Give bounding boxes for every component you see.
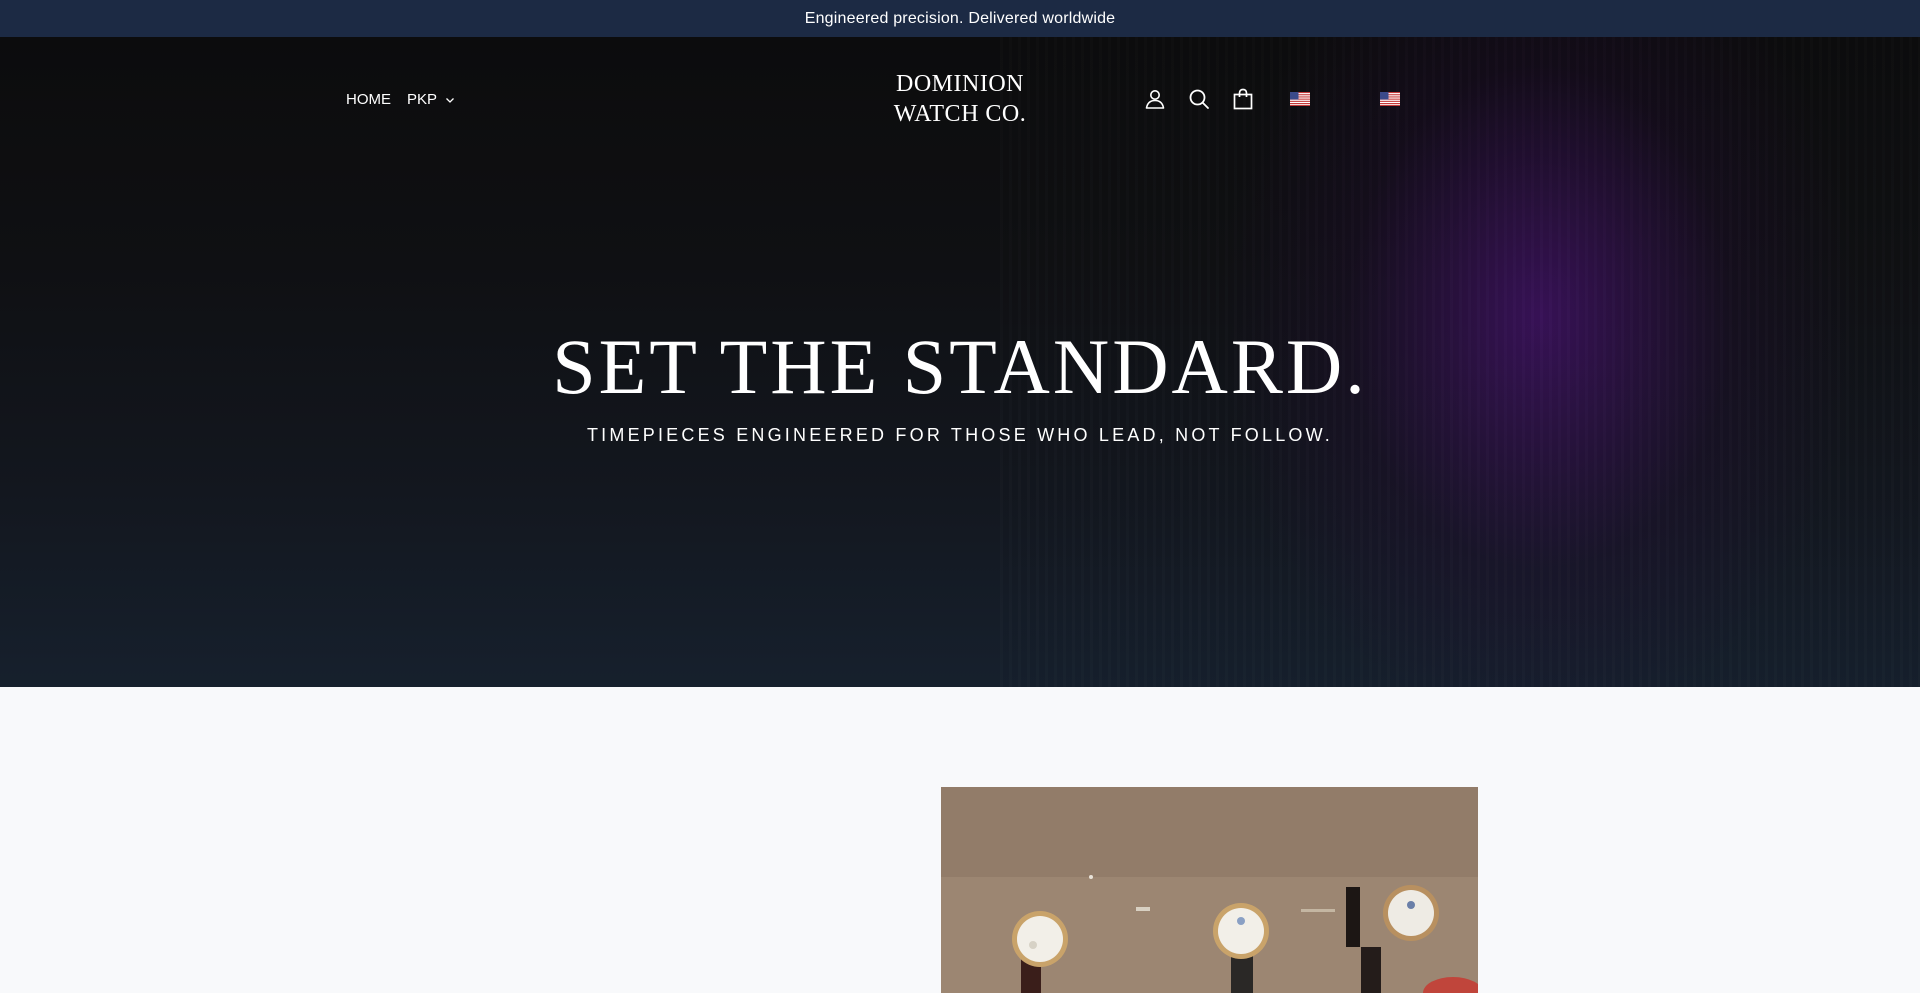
us-flag-icon[interactable] <box>1290 92 1310 106</box>
header-actions <box>1143 87 1400 111</box>
user-icon[interactable] <box>1143 87 1167 111</box>
hero-title: SET THE STANDARD. <box>552 323 1368 410</box>
main-nav: HOME PKP <box>346 91 455 108</box>
hero-section: HOME PKP DOMINION WATCH CO. SET THE STAN… <box>0 37 1920 687</box>
announcement-text: Engineered precision. Delivered worldwid… <box>804 9 1116 27</box>
nav-home-label: HOME <box>346 91 391 108</box>
currency-label: PKP <box>407 91 438 108</box>
search-icon[interactable] <box>1187 87 1211 111</box>
logo-line-2: WATCH CO. <box>893 101 1027 127</box>
us-flag-icon[interactable] <box>1380 92 1400 106</box>
nav-home-link[interactable]: HOME <box>346 91 391 108</box>
hero-subtitle: TIMEPIECES ENGINEERED FOR THOSE WHO LEAD… <box>586 425 1334 445</box>
watch-display-image <box>941 787 1478 993</box>
shopping-bag-icon[interactable] <box>1231 87 1255 111</box>
chevron-down-icon <box>446 97 454 103</box>
announcement-bar: Engineered precision. Delivered worldwid… <box>0 0 1920 37</box>
currency-dropdown[interactable]: PKP <box>407 91 455 108</box>
logo-line-1: DOMINION <box>896 71 1024 97</box>
brand-logo[interactable]: DOMINION WATCH CO. <box>880 69 1040 129</box>
watch-photo-illustration <box>941 787 1478 993</box>
